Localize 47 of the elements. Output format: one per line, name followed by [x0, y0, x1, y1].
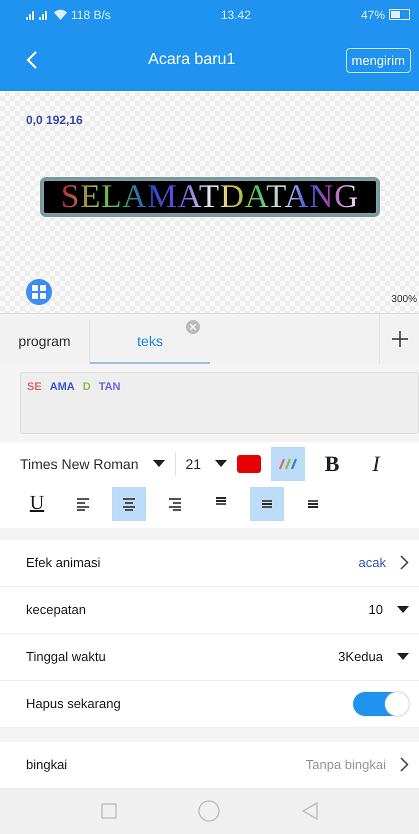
align-left-icon	[76, 496, 90, 511]
coordinates-label: 0,0 192,16	[26, 112, 84, 126]
battery-icon	[389, 9, 411, 20]
battery-percent: 47%	[360, 8, 385, 22]
caret-icon	[397, 653, 409, 660]
grid-button[interactable]	[26, 279, 52, 306]
page-title: Acara baru1	[148, 51, 236, 69]
setting-label: bingkai	[26, 757, 68, 772]
underline-button[interactable]: U	[20, 486, 54, 521]
align-center-button[interactable]	[112, 486, 146, 521]
setting-label: Efek animasi	[26, 555, 100, 570]
plus-icon	[392, 331, 408, 348]
text-input-field[interactable]: SE AMA D TAN	[20, 372, 419, 434]
back-button[interactable]	[26, 50, 38, 70]
align-center-icon	[122, 496, 136, 511]
setting-label: kecepatan	[26, 602, 86, 618]
italic-button[interactable]: I	[359, 446, 394, 481]
font-size-select[interactable]: 21	[186, 456, 228, 472]
gradient-icon	[279, 458, 298, 470]
setting-value[interactable]: 3Kedua	[338, 649, 383, 664]
bold-button[interactable]: B	[315, 446, 350, 481]
setting-value[interactable]: 10	[368, 602, 383, 618]
caret-icon	[152, 460, 165, 468]
recent-apps-button[interactable]	[100, 803, 117, 820]
chevron-right-icon	[400, 555, 409, 570]
clock-time: 13.42	[220, 8, 251, 22]
tab[interactable]: program	[0, 320, 90, 364]
align-bottom-icon	[308, 500, 318, 508]
signal-icon	[26, 9, 50, 20]
text-color-swatch[interactable]	[237, 454, 262, 473]
align-middle-button[interactable]	[250, 486, 284, 521]
wifi-icon	[54, 9, 67, 20]
close-icon[interactable]	[186, 320, 200, 334]
caret-icon	[397, 606, 409, 614]
setting-value[interactable]: acak	[358, 555, 386, 570]
font-family-select[interactable]: Times New Roman	[20, 456, 165, 472]
setting-label: Tinggal waktu	[26, 649, 106, 664]
toggle-switch[interactable]	[353, 692, 409, 716]
home-button[interactable]	[198, 800, 220, 822]
back-nav-button[interactable]	[302, 802, 318, 820]
setting-label: Hapus sekarang	[26, 696, 121, 712]
chevron-right-icon	[400, 757, 409, 772]
gradient-button[interactable]	[271, 446, 306, 481]
caret-icon	[215, 460, 228, 468]
network-speed: 118 B/s	[71, 8, 111, 22]
align-right-icon	[168, 496, 182, 511]
zoom-level: 300%	[391, 294, 417, 306]
